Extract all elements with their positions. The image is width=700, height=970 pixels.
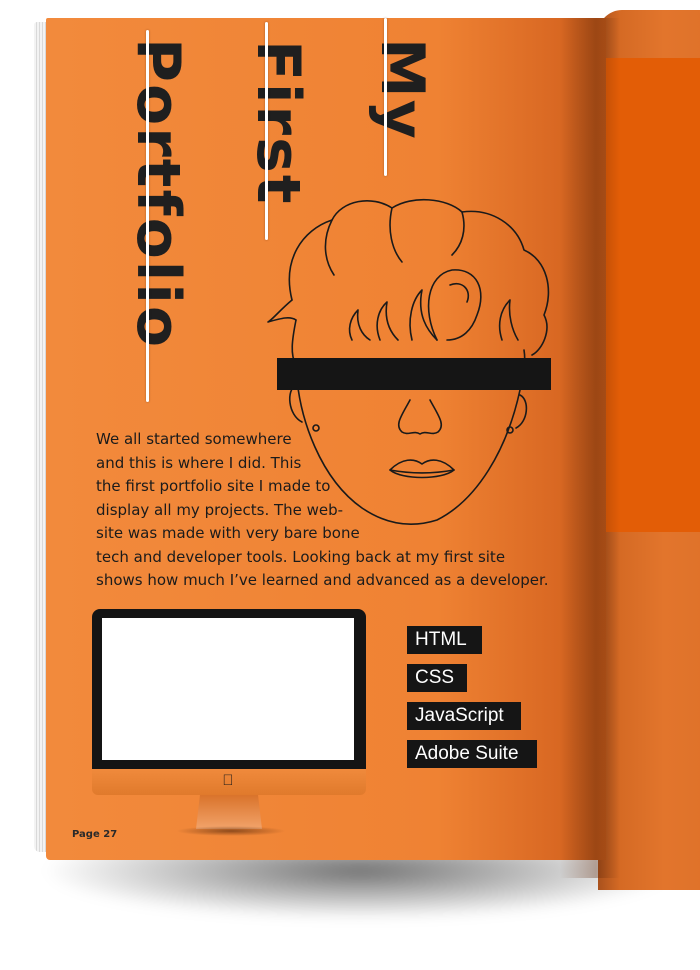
- title-word-first: First: [243, 40, 313, 206]
- intro-line: We all started somewhere: [96, 430, 292, 448]
- page-number: Page 27: [72, 829, 118, 840]
- monitor-stand: [196, 795, 262, 829]
- intro-line: shows how much I’ve learned and advanced…: [96, 571, 549, 589]
- intro-line: site was made with very bare bone: [96, 524, 360, 542]
- censor-eye-bar: [277, 358, 551, 390]
- title-strike-line: [146, 30, 149, 402]
- spine-shadow: [560, 18, 620, 878]
- skill-tag-javascript: JavaScript: [407, 702, 521, 730]
- skill-tag-adobe-suite: Adobe Suite: [407, 740, 537, 768]
- intro-paragraph: We all started somewhere and this is whe…: [96, 428, 556, 593]
- intro-line: display all my projects. The web-: [96, 500, 344, 519]
- title-word-my: My: [367, 38, 437, 141]
- title-word-portfolio: Portfolio: [123, 38, 193, 350]
- skill-tag-html: HTML: [407, 626, 482, 654]
- intro-line: tech and developer tools. Looking back a…: [96, 547, 506, 566]
- intro-line: and this is where I did. This: [96, 453, 302, 472]
- title-strike-line: [384, 18, 387, 176]
- skill-tag-css: CSS: [407, 664, 467, 692]
- apple-logo-icon: : [220, 772, 236, 790]
- monitor-screen: [102, 618, 354, 760]
- intro-line: the first portfolio site I made to: [96, 477, 331, 495]
- monitor-stand-shadow: [176, 826, 286, 836]
